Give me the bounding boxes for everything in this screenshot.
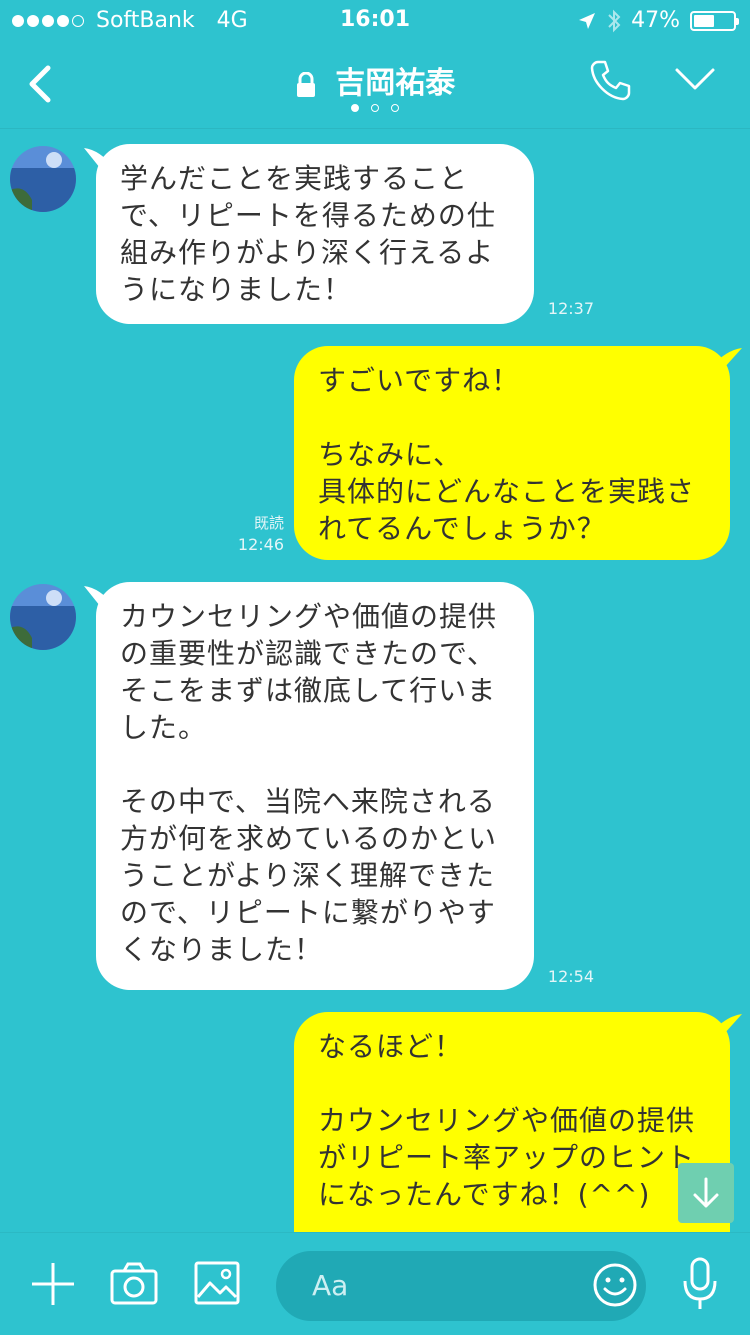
plus-icon[interactable] bbox=[30, 1261, 76, 1307]
message-time: 12:54 bbox=[547, 967, 594, 986]
battery-percent: 47% bbox=[631, 8, 680, 33]
chat-title: 吉岡祐泰 bbox=[0, 58, 750, 102]
contact-name: 吉岡祐泰 bbox=[335, 66, 456, 101]
chat-header: 吉岡祐泰 bbox=[0, 40, 750, 128]
phone-icon[interactable] bbox=[588, 58, 632, 102]
header-divider bbox=[0, 128, 750, 129]
camera-icon[interactable] bbox=[110, 1261, 158, 1305]
message-time: 12:37 bbox=[547, 299, 594, 318]
message-meta: 既読 12:46 bbox=[210, 512, 284, 556]
emoji-icon[interactable] bbox=[592, 1262, 638, 1308]
bubble-tail bbox=[710, 348, 742, 368]
message-bubble-incoming[interactable]: カウンセリングや価値の提供 の重要性が認識できたので、 そこをまずは徹底して行い… bbox=[96, 582, 534, 990]
battery-icon bbox=[690, 10, 739, 31]
avatar[interactable] bbox=[10, 584, 76, 650]
message-bubble-outgoing[interactable]: すごいですね！ ちなみに、 具体的にどんなことを実践さ れてるんでしょうか？ bbox=[294, 346, 730, 560]
image-icon[interactable] bbox=[194, 1261, 240, 1305]
lock-icon bbox=[296, 71, 315, 97]
chevron-down-icon[interactable] bbox=[674, 66, 716, 92]
bubble-tail bbox=[710, 1014, 742, 1034]
location-icon bbox=[579, 12, 596, 29]
microphone-icon[interactable] bbox=[682, 1257, 718, 1311]
message-time: 12:46 bbox=[237, 535, 284, 554]
message-bubble-incoming[interactable]: 学んだことを実践すること で、リピートを得るための仕 組み作りがより深く行えるよ… bbox=[96, 144, 534, 324]
status-bar: SoftBank 4G 16:01 47% bbox=[0, 0, 750, 40]
arrow-down-icon bbox=[693, 1177, 719, 1208]
page-indicator bbox=[0, 104, 750, 112]
avatar[interactable] bbox=[10, 146, 76, 212]
scroll-to-bottom-button[interactable] bbox=[678, 1163, 734, 1223]
read-receipt: 既読 bbox=[253, 514, 284, 532]
bluetooth-icon bbox=[608, 9, 621, 32]
message-input[interactable]: Aa bbox=[276, 1251, 646, 1321]
